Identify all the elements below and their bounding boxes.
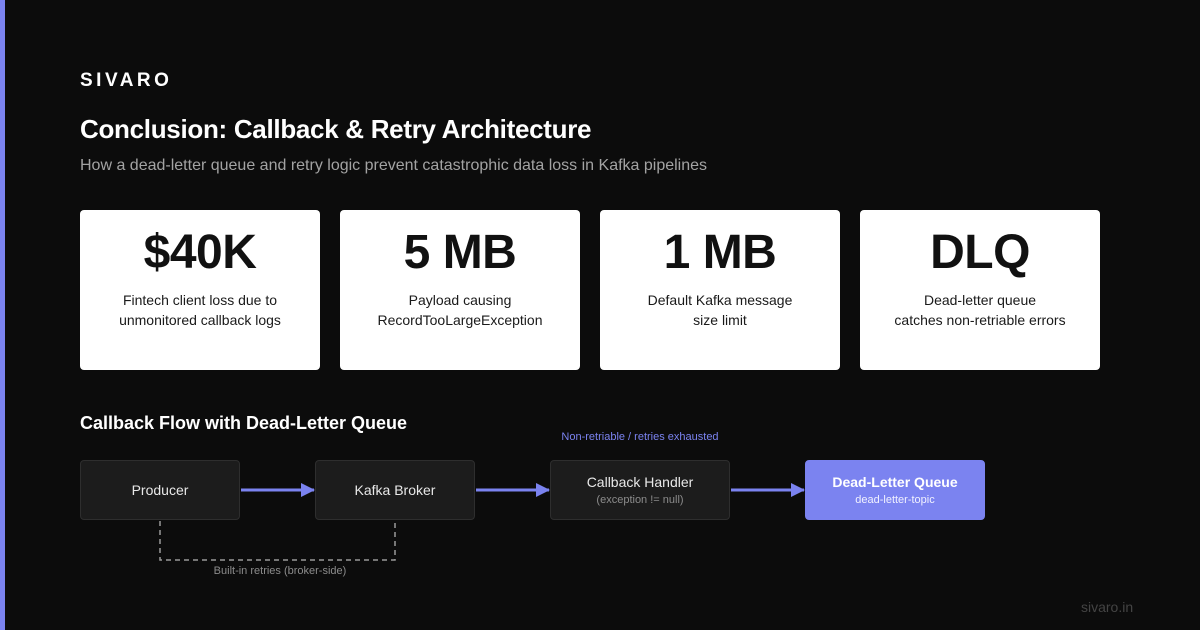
stat-cards: $40K Fintech client loss due to unmonito… [80,210,1100,370]
stat-value: 5 MB [403,226,517,279]
stat-value: 1 MB [663,226,777,279]
node-sublabel: (exception != null) [596,494,684,506]
stat-description-line: RecordTooLargeException [377,312,543,328]
stat-value: DLQ [930,226,1030,279]
stat-description: Fintech client loss due to unmonitored c… [80,290,320,330]
node-kafka-broker: Kafka Broker [315,460,475,520]
page-subtitle: How a dead-letter queue and retry logic … [80,157,708,174]
node-sublabel: dead-letter-topic [855,494,935,506]
edge-label-retries: Built-in retries (broker-side) [213,565,347,577]
stat-card-dlq: DLQ Dead-letter queue catches non-retria… [860,210,1100,370]
stat-card-payload: 5 MB Payload causing RecordTooLargeExcep… [340,210,580,370]
stat-card-loss: $40K Fintech client loss due to unmonito… [80,210,320,370]
footer-url: sivaro.in [1081,599,1134,615]
accent-bar [0,0,5,630]
stat-description-line: Dead-letter queue [923,292,1037,308]
node-callback-handler: Callback Handler (exception != null) [550,460,730,520]
node-label: Dead-Letter Queue [832,474,958,490]
brand-logo: SIVARO [80,70,173,91]
diagram-title: Callback Flow with Dead-Letter Queue [80,413,408,433]
node-producer: Producer [80,460,240,520]
stat-value: $40K [143,226,257,279]
node-label: Kafka Broker [354,482,436,498]
stat-description-line: Payload causing [408,292,512,308]
retry-loop-connector [159,521,396,561]
stat-description-line: Default Kafka message [647,292,793,308]
stat-description: Dead-letter queue catches non-retriable … [860,290,1100,330]
stat-description-line: Fintech client loss due to [122,292,278,308]
node-label: Callback Handler [586,474,694,490]
page-title: Conclusion: Callback & Retry Architectur… [80,114,592,144]
edge-label-non-retriable: Non-retriable / retries exhausted [561,431,719,443]
node-label: Producer [131,482,189,498]
stat-description-line: catches non-retriable errors [894,312,1066,328]
node-dead-letter-queue: Dead-Letter Queue dead-letter-topic [805,460,985,520]
stat-description: Payload causing RecordTooLargeException [340,290,580,330]
stat-card-limit: 1 MB Default Kafka message size limit [600,210,840,370]
stat-description-line: unmonitored callback logs [119,312,281,328]
stat-description-line: size limit [693,312,747,328]
stat-description: Default Kafka message size limit [600,290,840,330]
